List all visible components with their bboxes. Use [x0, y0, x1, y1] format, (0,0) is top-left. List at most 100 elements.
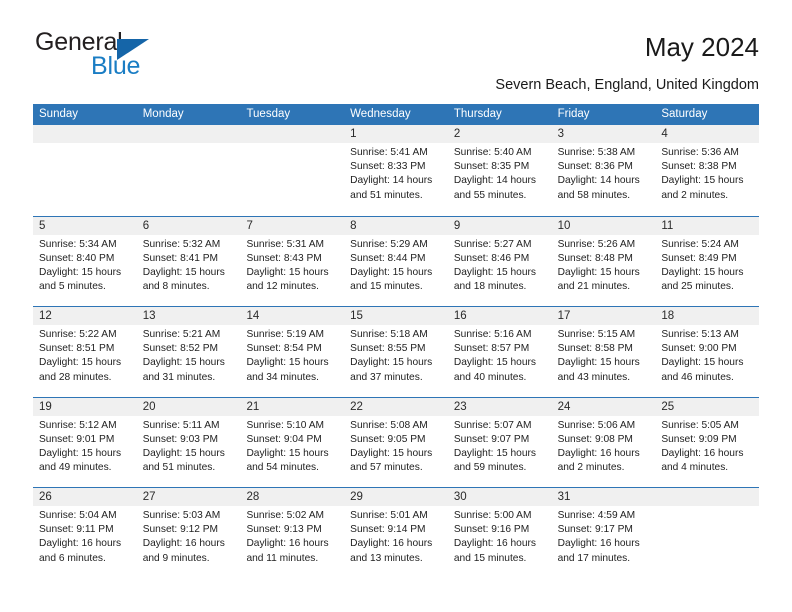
calendar-day-cell[interactable]: 5 Sunrise: 5:34 AM Sunset: 8:40 PM Daylight…: [33, 216, 137, 306]
daylight-duration-line1: Daylight: 14 hours: [557, 175, 640, 187]
daylight-duration-line2: and 28 minutes.: [39, 371, 112, 383]
sunset-time: Sunset: 8:35 PM: [453, 161, 530, 173]
day-number: [136, 125, 241, 143]
sunset-time: Sunset: 9:14 PM: [350, 524, 426, 536]
day-number: 17: [551, 307, 656, 325]
day-number: 22: [344, 397, 448, 416]
sunrise-time: Sunrise: 5:04 AM: [39, 510, 117, 521]
calendar-day-cell[interactable]: 25 Sunrise: 5:05 AM Sunset: 9:09 PM Dayligh…: [655, 397, 760, 487]
calendar-day-cell[interactable]: 10 Sunrise: 5:26 AM Sunset: 8:48 PM Dayligh…: [551, 216, 656, 306]
sunset-time: Sunset: 8:49 PM: [661, 252, 737, 264]
calendar-day-cell[interactable]: 6 Sunrise: 5:32 AM Sunset: 8:41 PM Daylight…: [136, 216, 241, 306]
calendar-day-cell[interactable]: 30 Sunrise: 5:00 AM Sunset: 9:16 PM Dayligh…: [447, 488, 552, 578]
weekday-header-wednesday: Wednesday: [350, 108, 411, 120]
daylight-duration-line1: Daylight: 16 hours: [39, 538, 122, 550]
calendar-day-cell[interactable]: 19 Sunrise: 5:12 AM Sunset: 9:01 PM Dayligh…: [33, 397, 137, 487]
day-sun-info: Sunrise: 5:01 AM Sunset: 9:14 PM Daylight:…: [344, 506, 448, 566]
daylight-duration-line2: and 18 minutes.: [453, 281, 527, 293]
sunrise-time: Sunrise: 5:06 AM: [557, 419, 636, 431]
calendar-day-cell[interactable]: 26 Sunrise: 5:04 AM Sunset: 9:11 PM Dayligh…: [33, 488, 137, 578]
calendar-day-cell[interactable]: 8 Sunrise: 5:29 AM Sunset: 8:44 PM Daylight…: [344, 216, 448, 306]
daylight-duration-line2: and 51 minutes.: [142, 462, 216, 474]
calendar-day-cell[interactable]: 31 Sunrise: 4:59 AM Sunset: 9:17 PM Dayligh…: [551, 488, 656, 578]
sunrise-time: Sunrise: 4:59 AM: [557, 510, 636, 521]
calendar-day-cell[interactable]: 15 Sunrise: 5:18 AM Sunset: 8:55 PM Dayligh…: [344, 307, 448, 397]
day-number: 31: [551, 488, 656, 506]
calendar-page: General Blue May 2024 Severn Beach, Engl…: [0, 0, 792, 612]
daylight-duration-line1: Daylight: 15 hours: [142, 447, 225, 459]
daylight-duration-line2: and 40 minutes.: [453, 371, 527, 383]
sunset-time: Sunset: 9:04 PM: [246, 433, 322, 445]
daylight-duration-line1: Daylight: 15 hours: [661, 357, 744, 369]
calendar-day-cell[interactable]: 14 Sunrise: 5:19 AM Sunset: 8:54 PM Dayligh…: [240, 307, 345, 397]
day-number: 11: [655, 216, 760, 235]
calendar-day-cell[interactable]: 12 Sunrise: 5:22 AM Sunset: 8:51 PM Dayligh…: [33, 307, 137, 397]
daylight-duration-line1: Daylight: 15 hours: [350, 357, 433, 369]
calendar-day-cell[interactable]: 27 Sunrise: 5:03 AM Sunset: 9:12 PM Dayligh…: [136, 488, 241, 578]
daylight-duration-line2: and 2 minutes.: [661, 189, 729, 201]
daylight-duration-line2: and 25 minutes.: [661, 281, 734, 293]
general-blue-logo[interactable]: General Blue: [33, 28, 293, 90]
daylight-duration-line1: Daylight: 15 hours: [142, 357, 225, 369]
daylight-duration-line1: Daylight: 15 hours: [661, 175, 744, 187]
sunrise-time: Sunrise: 5:38 AM: [557, 147, 636, 158]
daylight-duration-line2: and 11 minutes.: [246, 552, 319, 564]
calendar-day-cell[interactable]: 17 Sunrise: 5:15 AM Sunset: 8:58 PM Dayligh…: [551, 307, 656, 397]
sunset-time: Sunset: 9:13 PM: [246, 524, 322, 536]
day-sun-info: Sunrise: 5:24 AM Sunset: 8:49 PM Daylight:…: [655, 235, 759, 295]
calendar-day-cell[interactable]: 18 Sunrise: 5:13 AM Sunset: 9:00 PM Dayligh…: [655, 307, 760, 397]
calendar-day-cell[interactable]: 22 Sunrise: 5:08 AM Sunset: 9:05 PM Dayligh…: [344, 397, 448, 487]
calendar-day-cell[interactable]: 9 Sunrise: 5:27 AM Sunset: 8:46 PM Daylight…: [447, 216, 552, 306]
calendar-day-cell[interactable]: 4 Sunrise: 5:36 AM Sunset: 8:38 PM Daylight…: [655, 125, 760, 216]
daylight-duration-line2: and 2 minutes.: [557, 462, 625, 474]
daylight-duration-line1: Daylight: 15 hours: [39, 357, 122, 369]
sunrise-time: Sunrise: 5:22 AM: [39, 329, 117, 340]
weekday-header-monday: Monday: [142, 108, 184, 120]
daylight-duration-line1: Daylight: 15 hours: [661, 266, 744, 278]
calendar-day-cell[interactable]: 28 Sunrise: 5:02 AM Sunset: 9:13 PM Dayligh…: [240, 488, 345, 578]
sunrise-time: Sunrise: 5:16 AM: [453, 329, 532, 340]
daylight-duration-line2: and 15 minutes.: [453, 552, 527, 564]
sunrise-time: Sunrise: 5:13 AM: [661, 329, 739, 340]
daylight-duration-line1: Daylight: 14 hours: [453, 175, 536, 187]
daylight-duration-line2: and 6 minutes.: [39, 552, 106, 564]
daylight-duration-line1: Daylight: 15 hours: [453, 357, 536, 369]
daylight-duration-line1: Daylight: 15 hours: [142, 266, 225, 278]
sunrise-time: Sunrise: 5:31 AM: [246, 238, 325, 250]
daylight-duration-line2: and 31 minutes.: [142, 371, 216, 383]
daylight-duration-line1: Daylight: 15 hours: [39, 447, 122, 459]
day-number: 14: [240, 307, 345, 325]
sunset-time: Sunset: 8:51 PM: [39, 343, 115, 355]
sunset-time: Sunset: 8:57 PM: [453, 343, 530, 355]
day-sun-info: Sunrise: 5:19 AM Sunset: 8:54 PM Daylight:…: [240, 325, 344, 385]
sunset-time: Sunset: 8:52 PM: [142, 343, 219, 355]
daylight-duration-line2: and 55 minutes.: [453, 189, 527, 201]
calendar-day-cell-empty: [33, 125, 137, 216]
calendar-day-cell[interactable]: 20 Sunrise: 5:11 AM Sunset: 9:03 PM Dayligh…: [136, 397, 241, 487]
calendar-day-cell[interactable]: 7 Sunrise: 5:31 AM Sunset: 8:43 PM Daylight…: [240, 216, 345, 306]
day-number: 13: [136, 307, 241, 325]
day-sun-info: Sunrise: 4:59 AM Sunset: 9:17 PM Daylight:…: [552, 506, 656, 566]
calendar-day-cell[interactable]: 21 Sunrise: 5:10 AM Sunset: 9:04 PM Dayligh…: [240, 397, 345, 487]
calendar-day-cell[interactable]: 29 Sunrise: 5:01 AM Sunset: 9:14 PM Dayligh…: [344, 488, 448, 578]
sunset-time: Sunset: 8:55 PM: [350, 343, 426, 355]
calendar-day-cell[interactable]: 24 Sunrise: 5:06 AM Sunset: 9:08 PM Dayligh…: [551, 397, 656, 487]
sunset-time: Sunset: 8:48 PM: [557, 252, 633, 264]
daylight-duration-line2: and 54 minutes.: [246, 462, 319, 474]
sunset-time: Sunset: 8:44 PM: [350, 252, 426, 264]
day-sun-info: Sunrise: 5:29 AM Sunset: 8:44 PM Daylight:…: [344, 235, 448, 295]
day-number: [655, 488, 760, 506]
calendar-day-cell[interactable]: 16 Sunrise: 5:16 AM Sunset: 8:57 PM Dayligh…: [447, 307, 552, 397]
sunrise-time: Sunrise: 5:24 AM: [661, 238, 739, 250]
calendar-day-cell[interactable]: 13 Sunrise: 5:21 AM Sunset: 8:52 PM Dayligh…: [136, 307, 241, 397]
daylight-duration-line1: Daylight: 15 hours: [350, 266, 433, 278]
daylight-duration-line1: Daylight: 16 hours: [557, 447, 640, 459]
calendar-day-cell[interactable]: 3 Sunrise: 5:38 AM Sunset: 8:36 PM Daylight…: [551, 125, 656, 216]
calendar-day-cell[interactable]: 2 Sunrise: 5:40 AM Sunset: 8:35 PM Daylight…: [447, 125, 552, 216]
sunset-time: Sunset: 8:40 PM: [39, 252, 115, 264]
calendar-day-cell[interactable]: 1 Sunrise: 5:41 AM Sunset: 8:33 PM Daylight…: [344, 125, 448, 216]
calendar-day-cell[interactable]: 23 Sunrise: 5:07 AM Sunset: 9:07 PM Dayligh…: [447, 397, 552, 487]
calendar-day-cell[interactable]: 11 Sunrise: 5:24 AM Sunset: 8:49 PM Dayligh…: [655, 216, 760, 306]
sunrise-time: Sunrise: 5:05 AM: [661, 419, 739, 431]
daylight-duration-line2: and 37 minutes.: [350, 371, 423, 383]
